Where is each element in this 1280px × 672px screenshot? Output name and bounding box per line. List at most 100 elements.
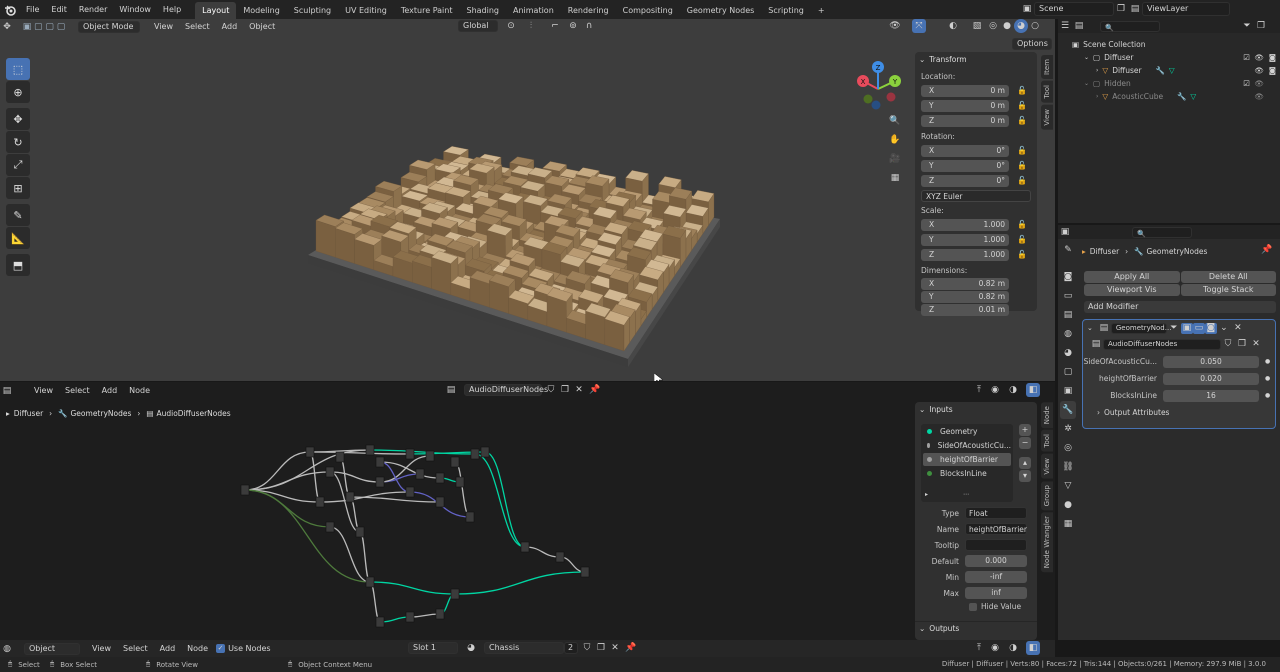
- onCage-icon[interactable]: ▣: [1180, 322, 1193, 334]
- physics-tab-icon[interactable]: ◎: [1060, 439, 1076, 457]
- bottom-snap-icon[interactable]: ◉: [988, 641, 1002, 655]
- material-users-count[interactable]: 2: [564, 642, 578, 654]
- graph-node[interactable]: [345, 491, 355, 503]
- graph-node[interactable]: [375, 456, 385, 468]
- visibility-eye-icon[interactable]: 👁: [1254, 77, 1264, 90]
- add-input-button[interactable]: +: [1019, 424, 1031, 436]
- node-graph[interactable]: [0, 382, 910, 640]
- scale-y-field[interactable]: Y 1.000: [921, 234, 1009, 246]
- outliner-row[interactable]: ⌄ ▢ Hidden ☑ 👁: [1058, 77, 1280, 90]
- workspace-tab-sculpting[interactable]: Sculpting: [287, 2, 338, 19]
- blender-logo-icon[interactable]: [0, 4, 20, 16]
- transform-header[interactable]: Transform: [929, 55, 966, 64]
- camera-view-icon[interactable]: 🎥: [888, 152, 902, 166]
- sidebar-tab-view[interactable]: View: [1041, 104, 1053, 130]
- graph-node[interactable]: [520, 541, 530, 553]
- constraints-tab-icon[interactable]: ⛓: [1060, 458, 1076, 476]
- graph-node[interactable]: [315, 496, 325, 508]
- workspace-tab-compositing[interactable]: Compositing: [616, 2, 680, 19]
- exclude-checkbox-icon[interactable]: ☑: [1243, 77, 1250, 90]
- particles-tab-icon[interactable]: ✲: [1060, 420, 1076, 438]
- workspace-tab-animation[interactable]: Animation: [506, 2, 561, 19]
- render-icon[interactable]: ◙: [1204, 322, 1217, 334]
- output-attributes-header[interactable]: Output Attributes: [1104, 408, 1169, 417]
- slot-dropdown[interactable]: Slot 1: [408, 642, 458, 654]
- lock-icon[interactable]: 🔓: [1015, 233, 1029, 247]
- input-socket-item[interactable]: SideOfAcousticCu...: [923, 439, 1011, 452]
- visibility-eye-icon[interactable]: 👁: [1254, 51, 1264, 64]
- type-field[interactable]: Float: [965, 507, 1027, 519]
- render-camera-icon[interactable]: ◙: [1269, 64, 1276, 77]
- graph-node[interactable]: [480, 446, 490, 458]
- node-editor[interactable]: ▤ View Select Add Node ▤ AudioDiffuserNodes…: [0, 382, 1055, 640]
- pan-hand-icon[interactable]: ✋: [888, 133, 902, 147]
- min-field[interactable]: -inf: [965, 571, 1027, 583]
- material-duplicate-icon[interactable]: ❐: [594, 641, 608, 655]
- graph-node[interactable]: [450, 456, 460, 468]
- new-collection-icon[interactable]: ❐: [1254, 19, 1268, 33]
- scale-x-field[interactable]: X 1.000: [921, 219, 1009, 231]
- workspace-tab-rendering[interactable]: Rendering: [561, 2, 616, 19]
- viewport-vis-button[interactable]: Viewport Vis: [1084, 284, 1180, 296]
- menu-render[interactable]: Render: [73, 0, 113, 19]
- lock-icon[interactable]: 🔓: [1015, 174, 1029, 188]
- visibility-eye-icon[interactable]: 👁: [1254, 64, 1264, 77]
- visibility-eye-icon[interactable]: 👁: [1254, 90, 1264, 103]
- menu-file[interactable]: File: [20, 0, 45, 19]
- viewport-3d[interactable]: ✥ ▣ ▢ ▢ ▢ Object Mode View Select Add Objec…: [0, 19, 1055, 381]
- list-expand-icon[interactable]: ▸: [925, 491, 928, 498]
- object-tab-icon[interactable]: ▣: [1060, 382, 1076, 400]
- graph-node[interactable]: [405, 448, 415, 460]
- collection-tab-icon[interactable]: ▢: [1060, 363, 1076, 381]
- expand-arrow-icon[interactable]: ⌄: [1084, 51, 1089, 64]
- rotation-mode-dropdown[interactable]: XYZ Euler: [921, 190, 1031, 202]
- overlay-icon[interactable]: ◑: [1006, 383, 1020, 397]
- attribute-toggle-icon[interactable]: ●: [1265, 375, 1270, 382]
- workspace-tab-geometry-nodes[interactable]: Geometry Nodes: [680, 2, 761, 19]
- scale-z-field[interactable]: Z 1.000: [921, 249, 1009, 261]
- outliner-search-input[interactable]: 🔍: [1100, 20, 1160, 32]
- graph-node[interactable]: [305, 446, 315, 458]
- material-tab-icon[interactable]: ●: [1060, 496, 1076, 514]
- hide-value-label[interactable]: Hide Value: [981, 602, 1021, 611]
- modifier-input-field[interactable]: 16: [1163, 389, 1259, 402]
- use-nodes-checkbox[interactable]: ✓: [216, 644, 226, 653]
- sidebar-tab-tool[interactable]: Tool: [1041, 80, 1053, 103]
- material-unlink-icon[interactable]: ✕: [608, 641, 622, 655]
- hide-value-checkbox[interactable]: [969, 602, 977, 611]
- sidebar-tab-group[interactable]: Group: [1041, 480, 1053, 510]
- rotation-y-field[interactable]: Y 0°: [921, 160, 1009, 172]
- graph-node[interactable]: [405, 486, 415, 498]
- texture-tab-icon[interactable]: ▦: [1060, 515, 1076, 533]
- world-tab-icon[interactable]: ◕: [1060, 344, 1076, 362]
- graph-node[interactable]: [365, 576, 375, 588]
- render-camera-icon[interactable]: ◙: [1269, 51, 1276, 64]
- expand-arrow-icon[interactable]: ⌄: [1084, 77, 1089, 90]
- graph-node[interactable]: [450, 588, 460, 600]
- move-down-button[interactable]: ▾: [1019, 470, 1031, 482]
- output-attributes-expand-icon[interactable]: ›: [1097, 408, 1100, 417]
- material-field[interactable]: Chassis: [484, 642, 564, 654]
- add-modifier-dropdown[interactable]: Add Modifier: [1084, 301, 1276, 313]
- bottom-mode-dropdown[interactable]: Object: [24, 642, 80, 655]
- graph-node[interactable]: [365, 444, 375, 456]
- node-group-icon[interactable]: ▤: [1089, 337, 1103, 351]
- modifier-tab-icon[interactable]: 🔧: [1060, 401, 1076, 419]
- graph-node[interactable]: [415, 468, 425, 480]
- viewport-display-icon[interactable]: ▭: [1192, 322, 1205, 334]
- graph-node[interactable]: [325, 521, 335, 533]
- node-group-fake-user-icon[interactable]: ⛉: [1221, 337, 1235, 351]
- menu-window[interactable]: Window: [113, 0, 157, 19]
- shader-menu-add[interactable]: Add: [154, 639, 182, 658]
- move-up-button[interactable]: ▴: [1019, 457, 1031, 469]
- scene-tab-icon[interactable]: ◍: [1060, 325, 1076, 343]
- graph-node[interactable]: [375, 476, 385, 488]
- graph-node[interactable]: [465, 511, 475, 523]
- expand-arrow-icon[interactable]: ›: [1096, 64, 1098, 77]
- shader-menu-node[interactable]: Node: [181, 639, 214, 658]
- location-y-field[interactable]: Y 0 m: [921, 100, 1009, 112]
- graph-node[interactable]: [580, 566, 590, 578]
- dimensions-x-field[interactable]: X 0.82 m: [921, 278, 1009, 290]
- outliner-row[interactable]: › ▽ Diffuser 🔧 ▽ 👁 ◙: [1058, 64, 1280, 77]
- rotation-z-field[interactable]: Z 0°: [921, 175, 1009, 187]
